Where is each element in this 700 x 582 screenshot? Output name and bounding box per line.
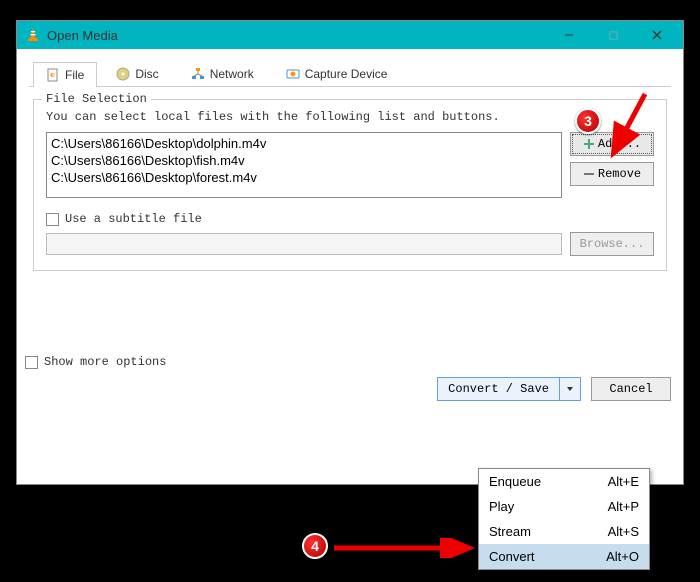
capture-icon: [286, 67, 300, 81]
maximize-button[interactable]: [591, 22, 635, 48]
menu-item-play[interactable]: Play Alt+P: [479, 494, 649, 519]
list-item[interactable]: C:\Users\86166\Desktop\fish.m4v: [51, 153, 557, 170]
menu-item-enqueue[interactable]: Enqueue Alt+E: [479, 469, 649, 494]
cancel-label: Cancel: [609, 382, 652, 396]
show-more-options-label: Show more options: [44, 355, 166, 369]
menu-shortcut: Alt+P: [608, 499, 639, 514]
tabbar: File Disc Network Capture Device: [29, 57, 671, 87]
annotation-badge-3: 3: [575, 108, 601, 134]
open-media-window: Open Media File Disc Ne: [16, 20, 684, 485]
content-area: File Disc Network Capture Device File Se…: [17, 49, 683, 279]
tab-file[interactable]: File: [33, 62, 97, 87]
file-selection-group: File Selection You can select local file…: [33, 99, 667, 271]
subtitle-checkbox[interactable]: [46, 213, 59, 226]
vlc-cone-icon: [25, 27, 41, 43]
browse-label: Browse...: [580, 237, 645, 251]
tab-disc[interactable]: Disc: [103, 61, 171, 86]
tab-label: Disc: [135, 67, 158, 81]
group-label: File Selection: [42, 92, 151, 106]
convert-save-dropdown-arrow[interactable]: [559, 378, 580, 400]
show-more-options-checkbox[interactable]: [25, 356, 38, 369]
menu-item-stream[interactable]: Stream Alt+S: [479, 519, 649, 544]
file-icon: [46, 68, 60, 82]
convert-save-label[interactable]: Convert / Save: [438, 378, 559, 400]
plus-icon: [583, 138, 595, 150]
file-list[interactable]: C:\Users\86166\Desktop\dolphin.m4v C:\Us…: [46, 132, 562, 198]
menu-shortcut: Alt+S: [608, 524, 639, 539]
close-button[interactable]: [635, 22, 679, 48]
footer-buttons: Convert / Save Cancel: [17, 377, 683, 411]
browse-button: Browse...: [570, 232, 654, 256]
window-title: Open Media: [47, 28, 547, 43]
minus-icon: [583, 168, 595, 180]
tab-network[interactable]: Network: [178, 61, 267, 86]
minimize-button[interactable]: [547, 22, 591, 48]
convert-save-dropdown: Enqueue Alt+E Play Alt+P Stream Alt+S Co…: [478, 468, 650, 570]
menu-item-convert[interactable]: Convert Alt+O: [479, 544, 649, 569]
spacer: [17, 279, 683, 347]
menu-label: Play: [489, 499, 608, 514]
annotation-arrow-4: [330, 538, 480, 558]
titlebar: Open Media: [17, 21, 683, 49]
help-text: You can select local files with the foll…: [46, 110, 654, 124]
annotation-badge-4: 4: [302, 533, 328, 559]
tab-label: Network: [210, 67, 254, 81]
list-item[interactable]: C:\Users\86166\Desktop\forest.m4v: [51, 170, 557, 187]
disc-icon: [116, 67, 130, 81]
subtitle-path-input: [46, 233, 562, 255]
menu-label: Enqueue: [489, 474, 608, 489]
cancel-button[interactable]: Cancel: [591, 377, 671, 401]
subtitle-label: Use a subtitle file: [65, 212, 202, 226]
chevron-down-icon: [566, 385, 574, 393]
annotation-arrow-3: [595, 90, 665, 170]
menu-label: Convert: [489, 549, 606, 564]
convert-save-button[interactable]: Convert / Save: [437, 377, 581, 401]
list-item[interactable]: C:\Users\86166\Desktop\dolphin.m4v: [51, 136, 557, 153]
tab-capture[interactable]: Capture Device: [273, 61, 401, 86]
tab-label: Capture Device: [305, 67, 388, 81]
tab-label: File: [65, 68, 84, 82]
menu-label: Stream: [489, 524, 608, 539]
network-icon: [191, 67, 205, 81]
menu-shortcut: Alt+E: [608, 474, 639, 489]
menu-shortcut: Alt+O: [606, 549, 639, 564]
